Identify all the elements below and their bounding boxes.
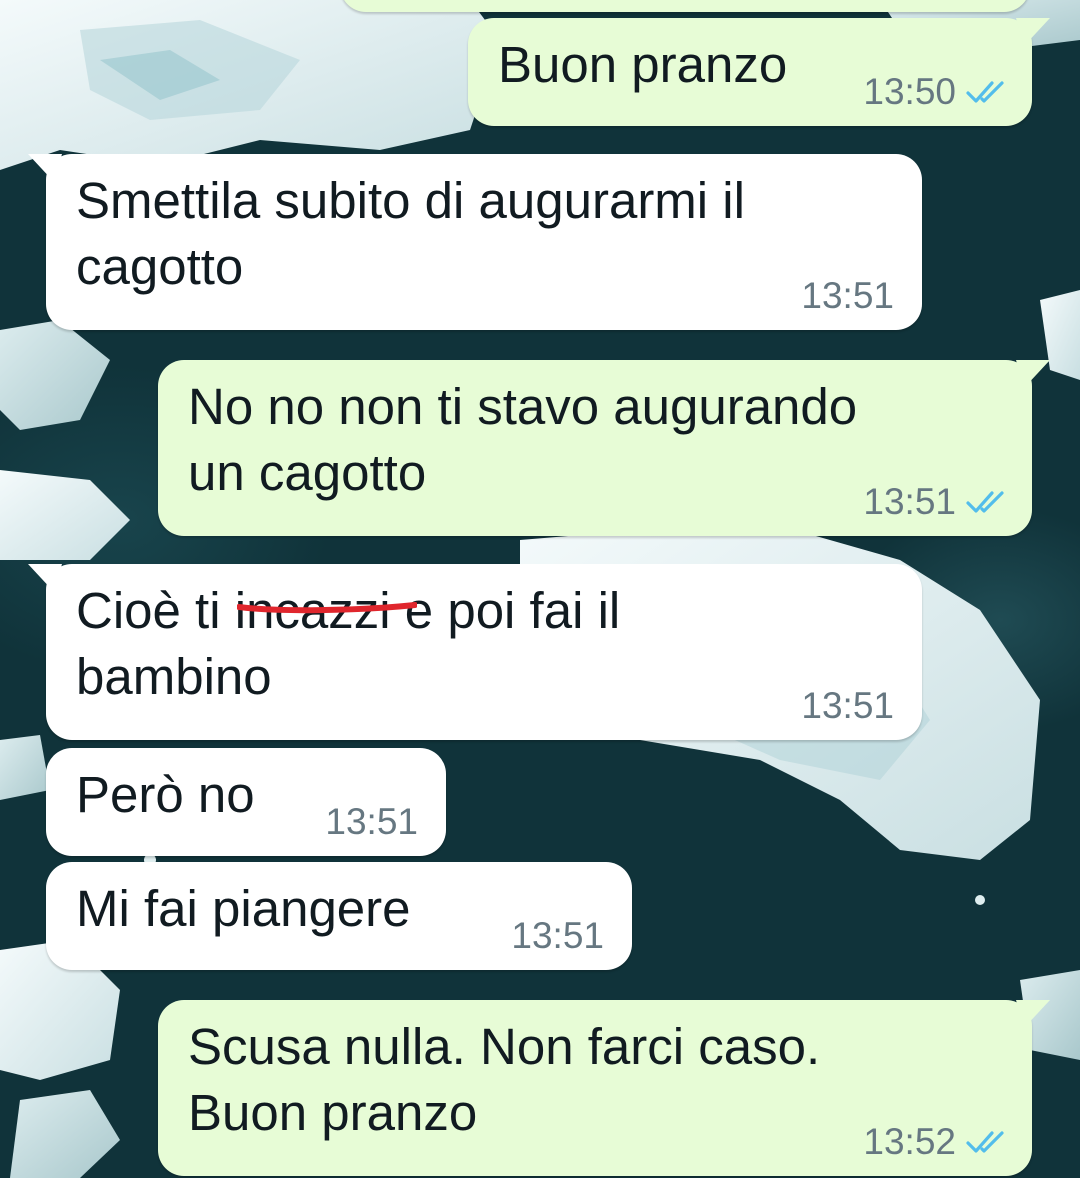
double-check-icon bbox=[966, 1131, 1004, 1153]
message-time: 13:51 bbox=[801, 685, 894, 726]
message-meta: 13:51 bbox=[801, 686, 894, 726]
message-bubble-incoming[interactable]: Mi fai piangere 13:51 bbox=[46, 862, 632, 970]
message-bubble-outgoing[interactable]: Scusa nulla. Non farci caso. Buon pranzo… bbox=[158, 1000, 1050, 1176]
message-meta: 13:50 bbox=[863, 72, 1006, 112]
bubble-tail bbox=[28, 154, 62, 182]
message-bubble-outgoing-partial bbox=[340, 0, 1030, 12]
message-bubble-incoming[interactable]: Però no 13:51 bbox=[46, 748, 446, 856]
message-time: 13:51 bbox=[801, 275, 894, 316]
message-list[interactable]: Buon pranzo 13:50 Smettila subito di aug… bbox=[0, 0, 1080, 1178]
message-meta: 13:51 bbox=[863, 482, 1006, 522]
message-time: 13:51 bbox=[863, 481, 956, 522]
message-time: 13:52 bbox=[863, 1121, 956, 1162]
message-time: 13:51 bbox=[325, 801, 418, 842]
message-meta: 13:51 bbox=[801, 276, 894, 316]
message-bubble-outgoing[interactable]: No no non ti stavo augurando un cagotto … bbox=[158, 360, 1050, 536]
message-time: 13:50 bbox=[863, 71, 956, 112]
message-text-part: Cioè ti bbox=[76, 582, 235, 639]
message-meta: 13:51 bbox=[511, 916, 604, 956]
message-bubble-incoming[interactable]: Cioè ti incazzi e poi fai il bambino 13:… bbox=[28, 564, 922, 740]
bubble-tail bbox=[28, 564, 62, 592]
spellcheck-flagged-word[interactable]: incazzi bbox=[235, 578, 417, 644]
message-time: 13:51 bbox=[511, 915, 604, 956]
message-bubble-incoming[interactable]: Smettila subito di augurarmi il cagotto … bbox=[28, 154, 922, 330]
bubble-tail bbox=[1016, 360, 1050, 388]
message-text: Cioè ti incazzi e poi fai il bambino bbox=[76, 578, 892, 710]
double-check-icon bbox=[966, 81, 1004, 103]
message-text: Smettila subito di augurarmi il cagotto bbox=[76, 172, 745, 295]
bubble-tail bbox=[1016, 18, 1050, 46]
message-bubble-outgoing[interactable]: Buon pranzo 13:50 bbox=[468, 18, 1050, 126]
message-meta: 13:52 bbox=[863, 1122, 1006, 1162]
double-check-icon bbox=[966, 491, 1004, 513]
spellcheck-underline bbox=[236, 602, 417, 614]
bubble-tail bbox=[1016, 1000, 1050, 1028]
message-meta: 13:51 bbox=[325, 802, 418, 842]
